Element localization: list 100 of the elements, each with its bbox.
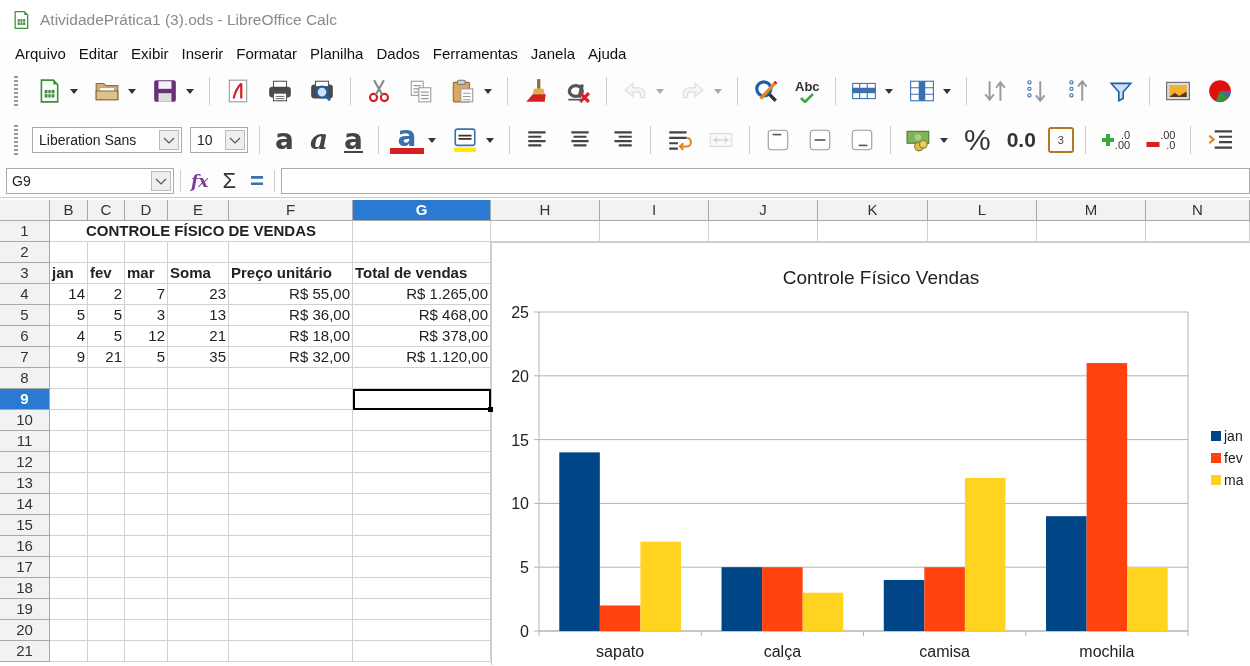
row-header[interactable]: 20 (0, 620, 50, 641)
table-cell[interactable] (88, 641, 125, 662)
table-cell[interactable] (818, 221, 928, 242)
table-cell[interactable] (353, 641, 491, 662)
column-header[interactable]: L (928, 200, 1037, 221)
table-cell[interactable] (353, 410, 491, 431)
table-cell[interactable] (88, 410, 125, 431)
table-cell[interactable] (50, 536, 88, 557)
table-cell[interactable] (353, 452, 491, 473)
spellcheck-button[interactable]: Abc (791, 79, 824, 103)
caret-icon[interactable] (942, 88, 951, 94)
table-cell[interactable] (168, 368, 229, 389)
highlight-icon[interactable] (451, 127, 478, 153)
row-header[interactable]: 14 (0, 494, 50, 515)
table-cell[interactable] (353, 221, 491, 242)
table-cell[interactable] (353, 368, 491, 389)
magnifier-pencil-icon[interactable] (753, 78, 779, 104)
table-cell[interactable] (88, 578, 125, 599)
column-header[interactable]: I (600, 200, 709, 221)
column-header[interactable]: G (353, 200, 491, 221)
table-cell[interactable] (229, 515, 353, 536)
table-cell[interactable] (50, 578, 88, 599)
printer-magnifier-icon[interactable] (309, 78, 335, 104)
table-cell[interactable] (88, 473, 125, 494)
column-header[interactable]: D (125, 200, 168, 221)
name-box[interactable]: G9 (6, 167, 174, 194)
printer-icon[interactable] (267, 78, 293, 104)
table-cell[interactable] (229, 578, 353, 599)
table-cell[interactable] (168, 536, 229, 557)
table-cell[interactable] (353, 599, 491, 620)
row-header[interactable]: 6 (0, 326, 50, 347)
table-cell[interactable] (168, 641, 229, 662)
column-header[interactable]: K (818, 200, 928, 221)
table-cell[interactable] (353, 431, 491, 452)
bold-button[interactable]: a (271, 127, 298, 153)
caret-icon[interactable] (939, 137, 948, 143)
table-cell[interactable] (229, 410, 353, 431)
table-cell[interactable] (125, 599, 168, 620)
table-cell[interactable] (88, 536, 125, 557)
row-header[interactable]: 10 (0, 410, 50, 431)
table-cell[interactable] (125, 536, 168, 557)
table-cell[interactable] (50, 431, 88, 452)
scissors-icon[interactable] (366, 78, 392, 104)
table-cell[interactable] (88, 599, 125, 620)
menu-item[interactable]: Dados (369, 42, 426, 64)
formula-button[interactable]: = (246, 166, 269, 195)
row-header[interactable]: 7 (0, 347, 50, 368)
table-cell[interactable] (50, 410, 88, 431)
font-name-combobox[interactable]: Liberation Sans (32, 127, 182, 153)
table-cell[interactable] (709, 221, 818, 242)
column-header[interactable]: H (491, 200, 600, 221)
table-cell[interactable] (125, 431, 168, 452)
font-size-combobox[interactable]: 10 (190, 127, 248, 153)
row-header[interactable]: 15 (0, 515, 50, 536)
column-header[interactable]: C (88, 200, 125, 221)
caret-icon[interactable] (427, 137, 436, 143)
clipboard-icon[interactable] (450, 78, 476, 104)
table-cell[interactable] (125, 473, 168, 494)
menu-item[interactable]: Janela (523, 42, 582, 64)
table-cell[interactable] (125, 452, 168, 473)
active-cell[interactable] (353, 389, 491, 410)
table-cell[interactable] (88, 452, 125, 473)
table-cell[interactable] (50, 641, 88, 662)
table-cell[interactable] (491, 221, 600, 242)
row-header[interactable]: 4 (0, 284, 50, 305)
table-cell[interactable] (88, 620, 125, 641)
table-cell[interactable] (88, 368, 125, 389)
copy-icon[interactable] (408, 78, 434, 104)
row-header[interactable]: 17 (0, 557, 50, 578)
table-cell[interactable] (229, 242, 353, 263)
column-header[interactable]: J (709, 200, 818, 221)
table-cell[interactable] (50, 389, 88, 410)
table-cell[interactable] (88, 494, 125, 515)
row-header[interactable]: 8 (0, 368, 50, 389)
table-cell[interactable] (50, 515, 88, 536)
caret-icon[interactable] (128, 88, 136, 94)
table-cell[interactable] (1037, 221, 1146, 242)
table-cell[interactable] (125, 494, 168, 515)
table-cell[interactable] (50, 242, 88, 263)
menu-item[interactable]: Formatar (229, 42, 304, 64)
table-cell[interactable] (50, 368, 88, 389)
column-header[interactable]: N (1146, 200, 1250, 221)
table-cell[interactable] (50, 494, 88, 515)
table-cell[interactable] (229, 494, 353, 515)
function-wizard-button[interactable]: fx (187, 170, 213, 191)
table-cell[interactable] (168, 410, 229, 431)
table-cell[interactable] (168, 494, 229, 515)
add-decimal-button[interactable]: .0 .00 (1096, 130, 1135, 150)
row-header[interactable]: 16 (0, 536, 50, 557)
row-header[interactable]: 5 (0, 305, 50, 326)
column-header[interactable]: B (50, 200, 88, 221)
table-cell[interactable] (125, 368, 168, 389)
row-header[interactable]: 13 (0, 473, 50, 494)
table-cell[interactable] (168, 515, 229, 536)
table-cell[interactable] (88, 431, 125, 452)
table-cell[interactable] (353, 473, 491, 494)
row-header[interactable]: 3 (0, 263, 50, 284)
caret-icon[interactable] (186, 88, 194, 94)
table-cell[interactable] (88, 557, 125, 578)
select-all-corner[interactable] (0, 200, 50, 221)
